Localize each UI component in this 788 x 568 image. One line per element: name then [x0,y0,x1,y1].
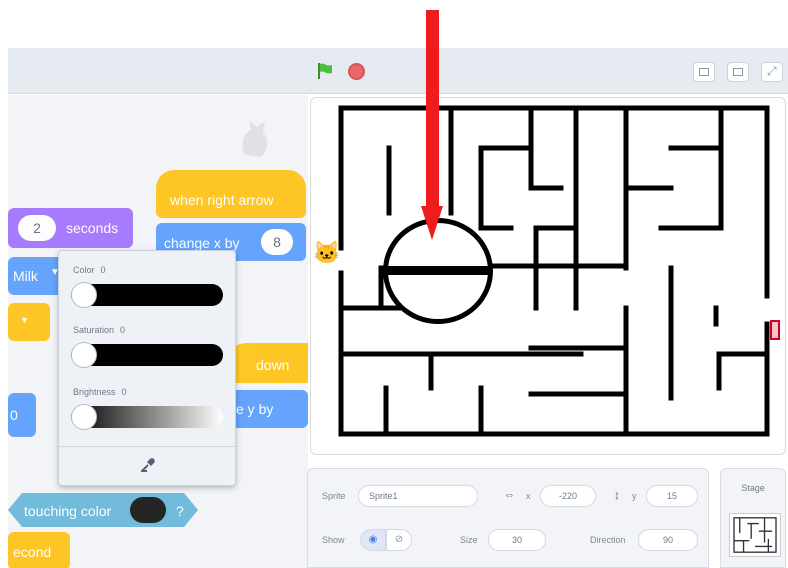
red-arrow-head [421,206,443,240]
change-x-label: change x by [164,235,240,251]
saturation-label-row: Saturation 0 [73,325,125,335]
show-hidden-toggle[interactable]: ⊘ [386,529,412,551]
stage-thumbnail[interactable] [729,513,781,557]
sprite-info-panel: Sprite Sprite1 ⇔ x -220 ↕ y 15 Show ◉ ⊘ … [307,468,709,568]
direction-label: Direction [590,535,626,545]
bottom-block-label: econd [13,544,52,560]
color-slider[interactable] [71,282,223,308]
sprite-name-field[interactable]: Sprite1 [358,485,478,507]
fullscreen-icon[interactable]: ⤢ [761,62,783,82]
show-label: Show [322,535,345,545]
small-stage-icon[interactable] [693,62,715,82]
wait-value[interactable]: 2 [18,215,56,241]
chevron-down-icon: ▼ [20,315,29,325]
touching-color-block[interactable]: touching color ? [8,493,198,527]
stage-label: Stage [741,483,765,493]
size-field[interactable]: 30 [488,529,546,551]
y-field[interactable]: 15 [646,485,698,507]
sprite-watermark-icon [242,120,268,157]
popover-divider [59,446,235,447]
brightness-slider-knob[interactable] [71,404,97,430]
wait-block[interactable]: 2 seconds [8,208,133,248]
x-arrows-icon: ⇔ [504,489,515,501]
left-partial-value: 0 [10,407,18,423]
change-y-block[interactable]: e y by [228,390,308,428]
green-flag-icon[interactable] [316,62,334,80]
when-key-pressed-block[interactable]: when right arrow [156,170,306,218]
cat-sprite-icon[interactable]: 🐱 [313,240,340,266]
saturation-value: 0 [120,325,126,335]
milk-dropdown-label: Milk [13,268,38,284]
y-arrows-icon: ↕ [614,488,620,502]
size-label: Size [460,535,478,545]
normal-stage-icon[interactable] [727,62,749,82]
change-x-value[interactable]: 8 [261,229,293,255]
saturation-slider-knob[interactable] [71,342,97,368]
color-label: Color [73,265,95,275]
color-picker-popover: Color 0 Saturation 0 Brightness 0 [58,250,236,486]
goal-marker [770,320,780,340]
when-key-label: when right arrow [170,192,274,208]
saturation-label: Saturation [73,325,115,335]
eyedropper-icon[interactable] [139,456,157,474]
scratch-editor: ⤢ when right arrow change x by 8 2 secon… [0,0,788,568]
x-field[interactable]: -220 [540,485,596,507]
color-swatch[interactable] [130,497,166,523]
x-label: x [526,491,531,501]
brightness-slider[interactable] [71,404,223,430]
brightness-value: 0 [121,387,127,397]
stage-canvas[interactable] [310,97,786,455]
color-label-row: Color 0 [73,265,106,275]
color-slider-knob[interactable] [71,282,97,308]
top-bar [8,48,788,94]
maze [338,105,770,437]
key-down-label: down [256,357,290,373]
stage-selector-panel[interactable]: Stage [720,468,786,568]
left-dropdown-block[interactable]: ▼ [8,303,50,341]
brightness-label: Brightness [73,387,116,397]
touching-question: ? [176,503,184,519]
highlight-wall [386,266,490,275]
show-visible-toggle[interactable]: ◉ [360,529,386,551]
key-down-block[interactable]: down [228,343,308,383]
change-y-label: e y by [236,401,274,417]
color-value: 0 [100,265,106,275]
direction-field[interactable]: 90 [638,529,698,551]
left-partial-block[interactable]: 0 [8,393,36,437]
sprite-label: Sprite [322,491,346,501]
stop-icon[interactable] [348,63,365,80]
y-label: y [632,491,637,501]
touching-color-label: touching color [24,503,112,519]
brightness-label-row: Brightness 0 [73,387,127,397]
bottom-block[interactable]: econd [8,532,70,568]
red-arrow [426,10,439,210]
wait-unit-label: seconds [66,220,119,236]
saturation-slider[interactable] [71,342,223,368]
